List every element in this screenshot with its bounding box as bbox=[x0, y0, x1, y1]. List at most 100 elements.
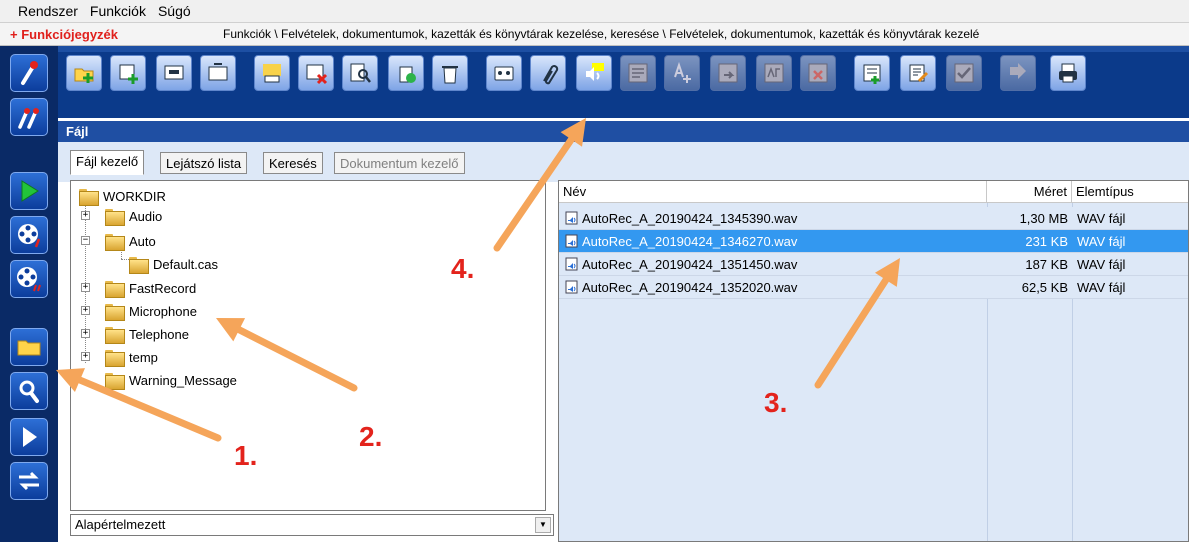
tree-node-label: FastRecord bbox=[129, 280, 197, 296]
cassette-icon[interactable] bbox=[486, 55, 522, 91]
table-row[interactable]: AutoRec_A_20190424_1352020.wav 62,5 KB WAV… bbox=[559, 276, 1188, 299]
column-header-name[interactable]: Név bbox=[559, 181, 987, 203]
column-header-size[interactable]: Méret bbox=[987, 181, 1072, 203]
film-reel-record-icon[interactable] bbox=[10, 260, 48, 298]
expand-icon[interactable]: + bbox=[81, 306, 90, 315]
new-folder-icon[interactable] bbox=[66, 55, 102, 91]
tab-file-manager[interactable]: Fájl kezelő bbox=[70, 150, 145, 175]
annotation-label: 4. bbox=[451, 253, 475, 284]
tree-node-label: Default.cas bbox=[153, 256, 219, 272]
file-name-text: AutoRec_A_20190424_1351450.wav bbox=[582, 257, 798, 272]
menu-rendszer[interactable]: Rendszer bbox=[18, 3, 78, 19]
add-cassette-icon[interactable] bbox=[110, 55, 146, 91]
tab-strip: Fájl kezelő Lejátszó lista Keresés Dokum… bbox=[58, 142, 1189, 182]
tree-node-label: WORKDIR bbox=[103, 188, 166, 204]
table-row[interactable]: AutoRec_A_20190424_1346270.wav 231 KB WAV … bbox=[559, 230, 1188, 253]
translate-icon bbox=[664, 55, 700, 91]
tree-node-label: Microphone bbox=[129, 303, 197, 319]
wav-file-icon bbox=[565, 234, 578, 248]
tab-search[interactable]: Keresés bbox=[263, 152, 323, 174]
file-name: AutoRec_A_20190424_1351450.wav bbox=[565, 253, 797, 276]
document-edit-icon[interactable] bbox=[900, 55, 936, 91]
tree-node-label: temp bbox=[129, 349, 158, 365]
microphone-icon[interactable] bbox=[10, 54, 48, 92]
paperclip-icon[interactable] bbox=[530, 55, 566, 91]
txt-edit-icon bbox=[620, 55, 656, 91]
column-header-type[interactable]: Elemtípus bbox=[1072, 181, 1188, 203]
file-name-text: AutoRec_A_20190424_1346270.wav bbox=[582, 234, 798, 249]
cassette-export-icon[interactable] bbox=[156, 55, 192, 91]
cassette-import-icon[interactable] bbox=[200, 55, 236, 91]
menu-funkciok[interactable]: Funkciók bbox=[90, 3, 146, 19]
file-name: AutoRec_A_20190424_1345390.wav bbox=[565, 207, 797, 230]
expand-icon[interactable]: + bbox=[81, 352, 90, 361]
transfer-icon[interactable] bbox=[10, 462, 48, 500]
search-icon[interactable] bbox=[10, 372, 48, 410]
folder-icon bbox=[105, 349, 125, 367]
recycle-icon[interactable] bbox=[388, 55, 424, 91]
function-list-toggle[interactable]: + Funkciójegyzék bbox=[10, 27, 223, 42]
binary-icon bbox=[1000, 55, 1036, 91]
folder-icon bbox=[129, 256, 149, 274]
file-size: 231 KB bbox=[1025, 234, 1068, 249]
delete-cassette-icon[interactable] bbox=[298, 55, 334, 91]
film-reel-icon[interactable] bbox=[10, 216, 48, 254]
toolbar-strip bbox=[58, 46, 1189, 52]
tree-node[interactable]: Default.cas bbox=[129, 253, 218, 275]
panel-title: Fájl bbox=[58, 121, 1189, 142]
folder-tree[interactable]: WORKDIR + Audio − Auto Default.cas + Fas… bbox=[70, 180, 546, 511]
find-document-icon[interactable] bbox=[342, 55, 378, 91]
tree-node[interactable]: Auto bbox=[105, 230, 156, 252]
tree-guide bbox=[85, 199, 86, 363]
menu-sugo[interactable]: Súgó bbox=[158, 3, 191, 19]
tree-node[interactable]: Warning_Message bbox=[105, 369, 237, 391]
file-size: 187 KB bbox=[1025, 257, 1068, 272]
annotation-label: 2. bbox=[359, 421, 383, 452]
rtf-spell-icon bbox=[756, 55, 792, 91]
menu-bar: Rendszer Funkciók Súgó bbox=[0, 0, 1189, 22]
text-to-speech-icon[interactable] bbox=[576, 55, 612, 91]
file-type: WAV fájl bbox=[1077, 280, 1126, 295]
profile-select-value: Alapértelmezett bbox=[75, 517, 166, 532]
play-outline-icon[interactable] bbox=[10, 418, 48, 456]
rtf-delete-icon bbox=[800, 55, 836, 91]
rename-icon[interactable] bbox=[254, 55, 290, 91]
double-mic-icon[interactable] bbox=[10, 98, 48, 136]
play-icon[interactable] bbox=[10, 172, 48, 210]
tab-document-manager: Dokumentum kezelő bbox=[334, 152, 465, 174]
profile-select[interactable]: Alapértelmezett ▼ bbox=[70, 514, 554, 536]
file-name: AutoRec_A_20190424_1346270.wav bbox=[565, 230, 797, 253]
file-list[interactable]: Név Méret Elemtípus AutoRec_A_20190424_1… bbox=[558, 180, 1189, 542]
tab-playlist[interactable]: Lejátszó lista bbox=[160, 152, 248, 174]
trash-icon[interactable] bbox=[432, 55, 468, 91]
file-type: WAV fájl bbox=[1077, 211, 1126, 226]
folder-icon bbox=[105, 372, 125, 390]
list-add-icon[interactable] bbox=[854, 55, 890, 91]
chevron-down-icon[interactable]: ▼ bbox=[535, 517, 551, 533]
table-row[interactable]: AutoRec_A_20190424_1351450.wav 187 KB WAV … bbox=[559, 253, 1188, 276]
breadcrumb-bar: + Funkciójegyzék Funkciók \ Felvételek, … bbox=[0, 22, 1189, 46]
checklist-icon bbox=[946, 55, 982, 91]
folder-icon bbox=[105, 303, 125, 321]
expand-icon[interactable]: + bbox=[81, 329, 90, 338]
expand-icon[interactable]: + bbox=[81, 211, 90, 220]
collapse-icon[interactable]: − bbox=[81, 236, 90, 245]
tree-node[interactable]: Telephone bbox=[105, 323, 189, 345]
table-row[interactable]: AutoRec_A_20190424_1345390.wav 1,30 MB WAV… bbox=[559, 207, 1188, 230]
tree-node-root[interactable]: WORKDIR bbox=[79, 185, 166, 207]
wav-file-icon bbox=[565, 211, 578, 225]
print-icon[interactable] bbox=[1050, 55, 1086, 91]
folder-icon[interactable] bbox=[10, 328, 48, 366]
annotation-label: 1. bbox=[234, 440, 258, 471]
folder-icon bbox=[105, 326, 125, 344]
tree-node[interactable]: FastRecord bbox=[105, 277, 196, 299]
file-name: AutoRec_A_20190424_1352020.wav bbox=[565, 276, 797, 299]
tree-node-label: Warning_Message bbox=[129, 372, 237, 388]
wav-file-icon bbox=[565, 280, 578, 294]
folder-icon bbox=[105, 233, 125, 251]
tree-node[interactable]: Audio bbox=[105, 205, 162, 227]
tree-node[interactable]: Microphone bbox=[105, 300, 197, 322]
file-name-text: AutoRec_A_20190424_1352020.wav bbox=[582, 280, 798, 295]
expand-icon[interactable]: + bbox=[81, 283, 90, 292]
tree-node[interactable]: temp bbox=[105, 346, 158, 368]
